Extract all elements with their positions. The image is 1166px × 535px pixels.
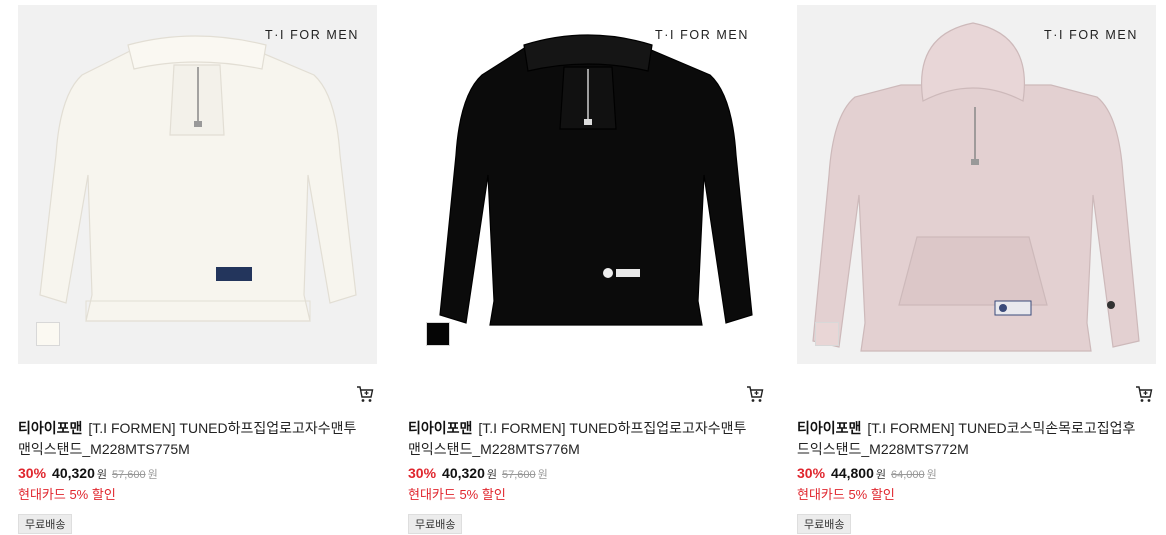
free-shipping-badge: 무료배송 bbox=[408, 514, 463, 534]
product-title[interactable]: 티아이포맨 [T.I FORMEN] TUNED하프집업로고자수맨투맨익스탠드_M… bbox=[18, 418, 368, 460]
free-shipping-badge: 무료배송 bbox=[797, 514, 852, 534]
price-row: 30% 44,800 원 64,000 원 bbox=[797, 465, 937, 482]
hoodie-image bbox=[812, 22, 1140, 352]
product-title[interactable]: 티아이포맨 [T.I FORMEN] TUNED코스믹손목로고집업후드익스탠드_M… bbox=[797, 418, 1147, 460]
cart-icon[interactable] bbox=[356, 385, 374, 403]
brand-logo: T·I FOR MEN bbox=[265, 28, 359, 42]
sale-price-unit: 원 bbox=[96, 469, 107, 481]
cart-icon[interactable] bbox=[746, 385, 764, 403]
discount-rate: 30% bbox=[18, 465, 47, 481]
sweatshirt-image bbox=[39, 35, 357, 322]
cart-icon[interactable] bbox=[1135, 385, 1153, 403]
brand-logo: T·I FOR MEN bbox=[1044, 28, 1138, 42]
product-image[interactable]: T·I FOR MEN bbox=[18, 5, 377, 364]
price-row: 30% 40,320 원 57,600 원 bbox=[408, 465, 548, 482]
product-title[interactable]: 티아이포맨 [T.I FORMEN] TUNED하프집업로고자수맨투맨익스탠드_M… bbox=[408, 418, 758, 460]
price-row: 30% 40,320 원 57,600 원 bbox=[18, 465, 158, 482]
discount-rate: 30% bbox=[408, 465, 437, 481]
free-shipping-badge: 무료배송 bbox=[18, 514, 73, 534]
product-brand: 티아이포맨 bbox=[408, 420, 473, 436]
original-price-unit: 원 bbox=[926, 469, 937, 481]
original-price-unit: 원 bbox=[147, 469, 158, 481]
color-swatch[interactable] bbox=[36, 322, 60, 346]
product-brand: 티아이포맨 bbox=[18, 420, 83, 436]
product-card[interactable]: T·I FOR MEN 티아이포맨 [T.I FORMEN] TUNED하프집업로… bbox=[18, 0, 378, 534]
product-grid: T·I FOR MEN 티아이포맨 [T.I FORMEN] TUNED하프집업로… bbox=[0, 0, 1166, 534]
color-swatch[interactable] bbox=[815, 322, 839, 346]
product-brand: 티아이포맨 bbox=[797, 420, 862, 436]
discount-rate: 30% bbox=[797, 465, 826, 481]
card-promo: 현대카드 5% 할인 bbox=[797, 487, 895, 502]
sweatshirt-image bbox=[439, 34, 753, 326]
sale-price-unit: 원 bbox=[875, 469, 886, 481]
product-card[interactable]: T·I FOR MEN 티아이포맨 [T.I FORMEN] TUNED하프집업로… bbox=[408, 0, 768, 534]
brand-logo: T·I FOR MEN bbox=[655, 28, 749, 42]
original-price: 57,600 bbox=[111, 469, 146, 481]
color-swatch[interactable] bbox=[426, 322, 450, 346]
card-promo: 현대카드 5% 할인 bbox=[408, 487, 506, 502]
sale-price: 40,320 bbox=[52, 465, 95, 481]
original-price-unit: 원 bbox=[537, 469, 548, 481]
original-price: 64,000 bbox=[890, 469, 925, 481]
product-card[interactable]: T·I FOR MEN 티아이포맨 [T.I FORMEN] TUNED코스믹손목… bbox=[797, 0, 1157, 534]
sale-price: 40,320 bbox=[442, 465, 485, 481]
product-image[interactable]: T·I FOR MEN bbox=[797, 5, 1156, 364]
sale-price: 44,800 bbox=[831, 465, 874, 481]
card-promo: 현대카드 5% 할인 bbox=[18, 487, 116, 502]
sale-price-unit: 원 bbox=[486, 469, 497, 481]
original-price: 57,600 bbox=[501, 469, 536, 481]
product-image[interactable]: T·I FOR MEN bbox=[408, 5, 767, 364]
